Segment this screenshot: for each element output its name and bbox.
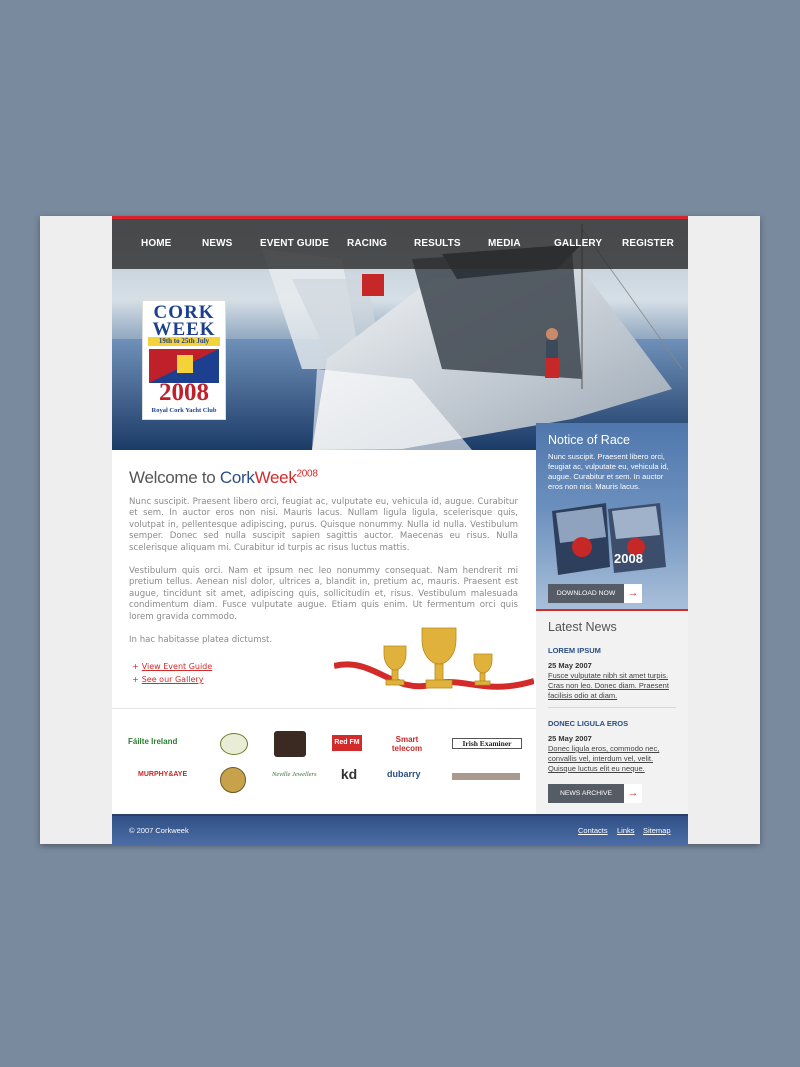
intro-paragraph-2: Vestibulum quis orci. Nam et ipsum nec l… [129, 566, 518, 622]
nav-event-guide[interactable]: EVENT GUIDE [260, 238, 329, 249]
news-item-heading[interactable]: DONEC LIGULA EROS [548, 719, 628, 728]
nav-results[interactable]: RESULTS [414, 238, 461, 249]
link-see-gallery[interactable]: + See our Gallery [132, 675, 203, 684]
notice-text: Nunc suscipit. Praesent libero orci, feu… [548, 452, 669, 491]
notice-title: Notice of Race [548, 433, 630, 447]
download-now-button[interactable]: DOWNLOAD NOW [548, 584, 624, 603]
logo-dates: 19th to 25th July [148, 337, 220, 346]
corkweek-logo[interactable]: CORK WEEK 19th to 25th July 2008 Royal C… [142, 300, 226, 420]
sponsor-dubarry[interactable]: dubarry [387, 769, 421, 779]
trophy-icon [334, 627, 534, 690]
arrow-right-icon[interactable]: → [624, 784, 642, 803]
sponsor-failte-ireland[interactable]: Fáilte Ireland [128, 737, 177, 746]
news-item-text[interactable]: Fusce vulputate nibh sit amet turpis. Cr… [548, 671, 676, 701]
logo-club: Royal Cork Yacht Club [151, 407, 217, 414]
sponsor-crest[interactable] [274, 731, 306, 757]
nav-home[interactable]: HOME [141, 238, 171, 249]
page-title: Welcome to CorkWeek2008 [129, 468, 318, 488]
link-label: See our Gallery [141, 675, 204, 684]
nav-register[interactable]: REGISTER [622, 238, 674, 249]
hero-banner: HOME NEWS EVENT GUIDE RACING RESULTS MED… [112, 219, 688, 450]
sponsor-badge-1[interactable] [220, 733, 248, 755]
intro-paragraph-1: Nunc suscipit. Praesent libero orci, feu… [129, 497, 518, 553]
plus-icon: + [132, 675, 139, 684]
sponsor-red-fm[interactable]: Red FM [332, 735, 362, 751]
logo-line2: WEEK [152, 319, 216, 340]
nav-news[interactable]: NEWS [202, 238, 232, 249]
sponsor-smart-telecom[interactable]: Smart telecom [389, 735, 425, 753]
news-item-date: 25 May 2007 [548, 734, 592, 743]
arrow-right-icon[interactable]: → [624, 584, 642, 603]
brochure-year: 2008 [614, 551, 643, 566]
news-item-heading[interactable]: LOREM IPSUM [548, 646, 601, 655]
sponsor-logos: Fáilte Ireland Red FM Smart telecom Iris… [112, 708, 536, 813]
link-view-event-guide[interactable]: + View Event Guide [132, 662, 212, 671]
news-item-date: 25 May 2007 [548, 661, 592, 670]
sponsor-murphys[interactable]: MURPHY&AYE [138, 771, 187, 778]
news-item-text[interactable]: Donec ligula eros, commodo nec, convalli… [548, 744, 676, 774]
nav-gallery[interactable]: GALLERY [554, 238, 602, 249]
link-label: View Event Guide [141, 662, 213, 671]
nav-media[interactable]: MEDIA [488, 238, 521, 249]
news-archive-button[interactable]: NEWS ARCHIVE [548, 784, 624, 803]
notice-of-race-panel: Notice of Race Nunc suscipit. Praesent l… [536, 423, 688, 609]
news-title: Latest News [548, 620, 617, 634]
title-week: Week [254, 468, 297, 487]
main-nav: HOME NEWS EVENT GUIDE RACING RESULTS MED… [112, 219, 688, 269]
footer: © 2007 Corkweek Contacts Links Sitemap [112, 814, 688, 846]
title-cork: Cork [219, 468, 255, 487]
nav-racing[interactable]: RACING [347, 238, 387, 249]
plus-icon: + [132, 662, 139, 671]
site-container: HOME NEWS EVENT GUIDE RACING RESULTS MED… [112, 216, 688, 846]
footer-link-links[interactable]: Links [617, 826, 635, 835]
sponsor-kd[interactable]: kd [338, 766, 360, 786]
sponsor-neville-jewellers[interactable]: Neville Jewellers [272, 771, 317, 778]
sponsor-bar[interactable] [452, 773, 520, 780]
brochure-image: 2008 [552, 503, 666, 575]
news-divider [548, 707, 676, 708]
title-prefix: Welcome to [129, 468, 220, 487]
latest-news-panel: Latest News LOREM IPSUM 25 May 2007 Fusc… [536, 609, 688, 814]
footer-link-sitemap[interactable]: Sitemap [643, 826, 671, 835]
logo-year: 2008 [159, 379, 209, 406]
sponsor-seal[interactable] [220, 767, 246, 793]
footer-copyright: © 2007 Corkweek [129, 826, 189, 835]
title-year: 2008 [296, 468, 318, 480]
sponsor-irish-examiner[interactable]: Irish Examiner [452, 738, 522, 749]
footer-link-contacts[interactable]: Contacts [578, 826, 608, 835]
